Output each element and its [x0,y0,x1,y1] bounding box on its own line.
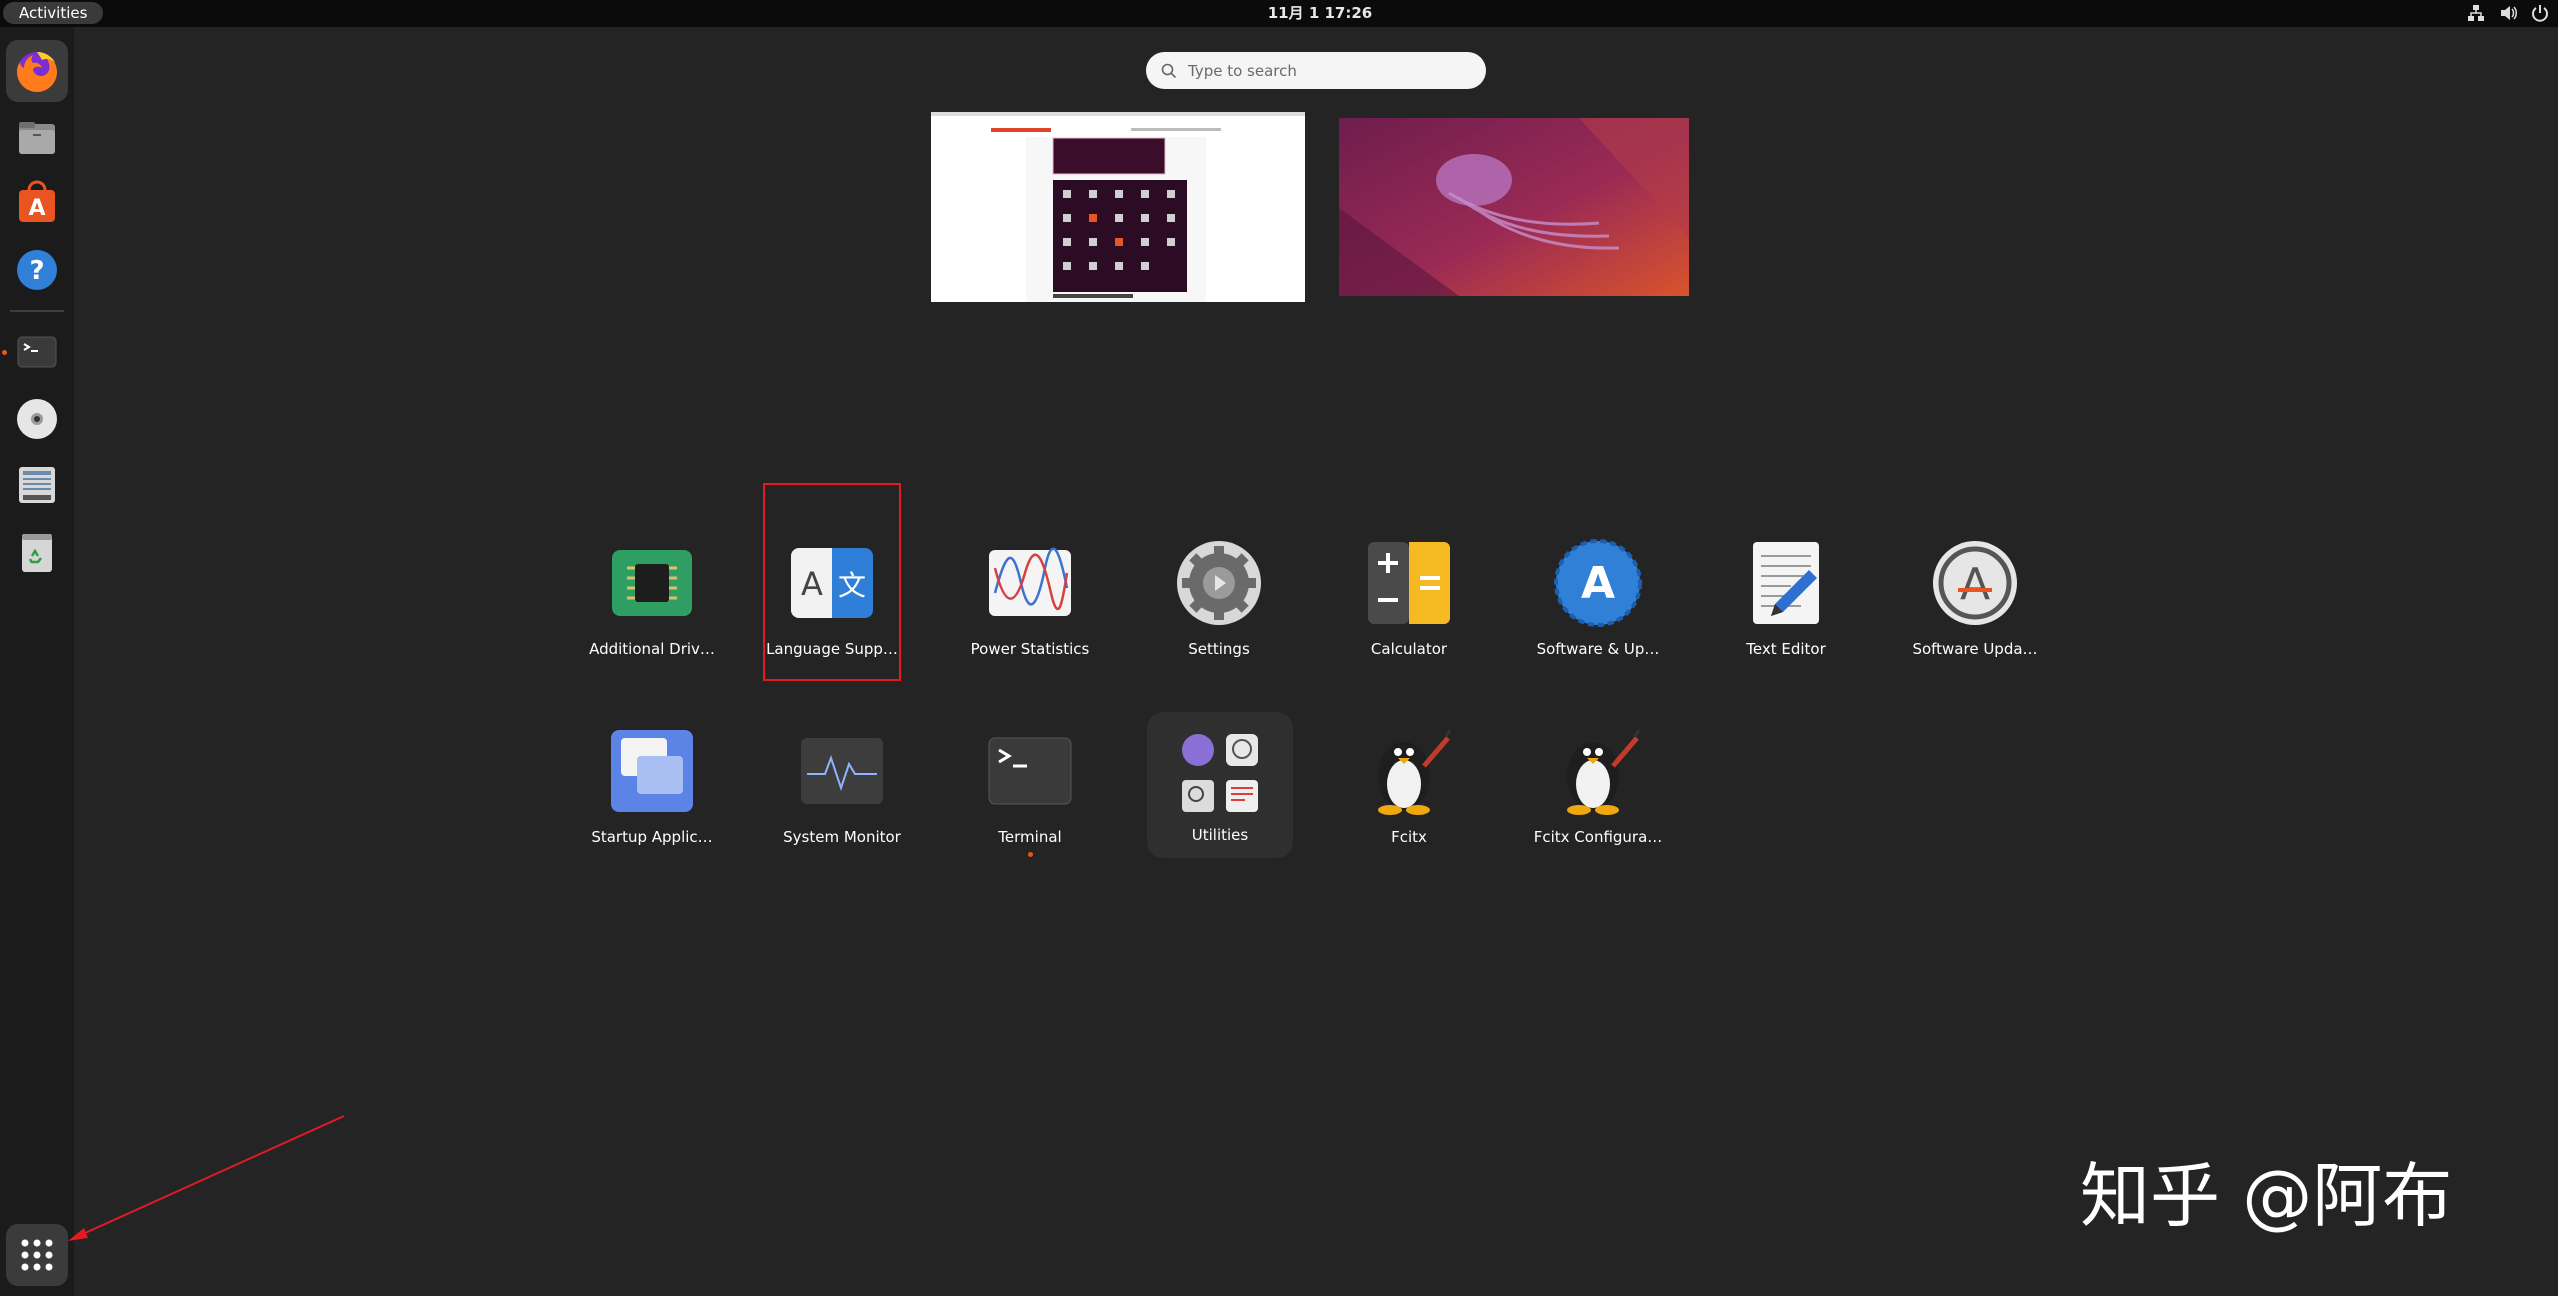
app-label: Settings [1188,640,1250,658]
network-icon[interactable] [2466,3,2486,23]
settings-gear-icon [1177,541,1261,625]
search-input[interactable] [1188,61,1468,80]
folder-icon [1182,734,1258,812]
dash-item-disc[interactable] [6,388,68,450]
dash-separator [10,310,64,312]
watermark: 知乎 @阿布 [2080,1155,2453,1237]
app-additional-drivers[interactable]: Additional Driv… [572,524,732,684]
app-fcitx-configuration[interactable]: Fcitx Configura… [1518,712,1678,872]
app-startup-applications[interactable]: Startup Applic… [572,712,732,872]
dash-item-trash[interactable] [6,521,68,583]
app-label: Calculator [1370,640,1448,658]
app-label: Utilities [1191,826,1249,844]
app-label: System Monitor [783,828,901,846]
files-icon [19,122,55,154]
app-label: Terminal [998,828,1062,846]
app-power-statistics[interactable]: Power Statistics [950,524,1110,684]
workspace-thumbnail-2[interactable] [1339,118,1689,296]
calculator-icon [1368,542,1450,624]
clock[interactable]: 11月 1 17:26 [1220,0,1420,27]
running-indicator [1027,852,1033,857]
app-calculator[interactable]: Calculator [1329,524,1489,684]
app-label: Startup Applic… [591,828,713,846]
app-label: Fcitx Configura… [1533,828,1663,846]
disc-icon [17,399,57,439]
dash-item-app-center[interactable]: A [6,173,68,235]
power-statistics-icon [989,547,1071,616]
svg-text:?: ? [29,256,44,286]
dash: A ? [0,27,74,1296]
penguin-icon [1567,729,1641,815]
activities-button[interactable]: Activities [3,2,104,24]
dash-item-firefox[interactable] [6,40,68,102]
app-text-editor[interactable]: Text Editor [1706,524,1866,684]
workspace-preview-browser [931,112,1305,302]
app-software-updates[interactable]: A Software & Up… [1518,524,1678,684]
search-icon [1161,63,1177,78]
app-label: Fcitx [1391,828,1427,846]
search-bar[interactable] [1146,52,1486,89]
app-label: Power Statistics [970,640,1090,658]
app-software-updater[interactable]: A Software Upda… [1895,524,2055,684]
workspace-thumbnail-1[interactable] [931,112,1305,302]
app-system-monitor[interactable]: System Monitor [762,712,922,872]
floppy-drive-icon [19,467,55,503]
app-fcitx[interactable]: Fcitx [1329,712,1489,872]
svg-text:A: A [28,196,45,221]
dash-item-terminal[interactable] [6,321,68,383]
text-editor-icon [1753,542,1819,624]
software-updates-icon: A [1554,539,1642,627]
svg-text:A: A [1581,558,1615,609]
annotation-highlight-box [763,483,901,681]
software-updater-icon: A [1933,541,2017,625]
app-settings[interactable]: Settings [1139,524,1299,684]
chip-icon [612,550,692,616]
power-icon[interactable] [2530,3,2550,23]
volume-icon[interactable] [2498,3,2518,23]
top-bar: Activities 11月 1 17:26 [0,0,2558,27]
annotation-arrow [68,1115,345,1241]
system-monitor-icon [801,738,883,804]
app-folder-utilities[interactable]: Utilities [1147,712,1293,858]
help-icon: ? [17,250,57,290]
dash-item-floppy[interactable] [6,454,68,516]
firefox-icon [17,52,57,92]
grid-icon [21,1239,53,1271]
app-center-icon: A [19,180,55,222]
terminal-icon [988,737,1072,805]
app-label: Additional Driv… [589,640,715,658]
app-label: Software & Up… [1536,640,1660,658]
app-label: Software Upda… [1912,640,2038,658]
dash-item-help[interactable]: ? [6,239,68,301]
terminal-icon [17,336,57,368]
app-label: Text Editor [1746,640,1826,658]
show-apps-button[interactable] [6,1224,68,1286]
app-terminal[interactable]: Terminal [950,712,1110,872]
startup-apps-icon [611,730,693,812]
system-tray[interactable] [2466,3,2550,23]
dash-item-files[interactable] [6,107,68,169]
trash-icon [22,534,52,572]
svg-text:A: A [1960,559,1990,610]
wallpaper-jellyfish [1339,118,1689,296]
penguin-icon [1378,729,1452,815]
